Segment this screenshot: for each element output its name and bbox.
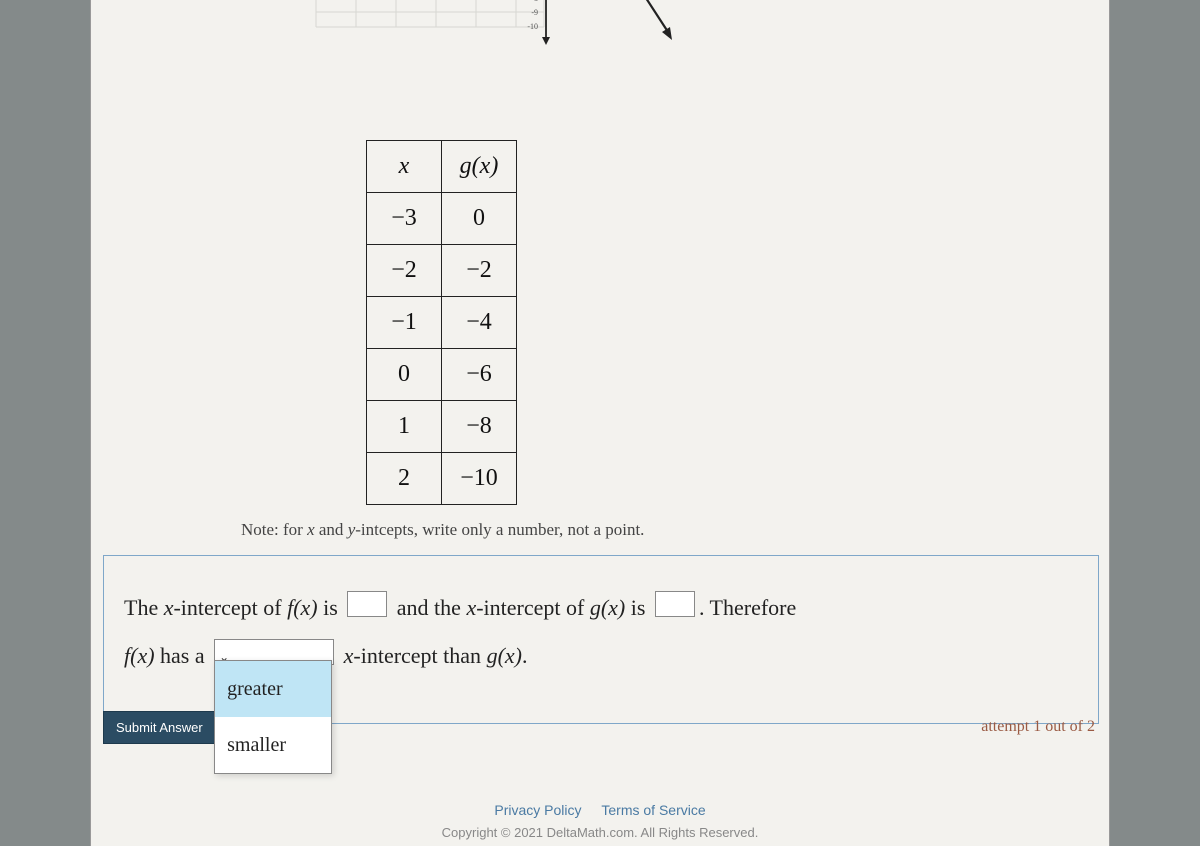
submit-answer-button[interactable]: Submit Answer (103, 711, 216, 744)
table-header-x: x (367, 141, 442, 193)
table-row: 1−8 (367, 401, 517, 453)
page-content: -8 -9 -10 x g(x) −30 −2−2 −1−4 0−6 1−8 2… (90, 0, 1110, 846)
f-intercept-input[interactable] (347, 591, 387, 617)
table-row: −30 (367, 193, 517, 245)
g-intercept-input[interactable] (655, 591, 695, 617)
graph-curve-arrow (636, 0, 696, 50)
option-smaller[interactable]: smaller (215, 717, 331, 773)
table-row: 0−6 (367, 349, 517, 401)
table-row: 2−10 (367, 453, 517, 505)
graph-fragment: -8 -9 -10 (226, 0, 646, 55)
table-header-g: g(x) (442, 141, 517, 193)
copyright-text: Copyright © 2021 DeltaMath.com. All Righ… (91, 825, 1109, 840)
terms-of-service-link[interactable]: Terms of Service (601, 802, 705, 818)
tick-neg10: -10 (527, 22, 538, 31)
attempt-counter: attempt 1 out of 2 (981, 718, 1095, 736)
option-greater[interactable]: greater (215, 661, 331, 717)
footer-links: Privacy Policy Terms of Service (91, 802, 1109, 818)
comparison-select-wrap: ⌄ greater smaller (214, 634, 334, 682)
tick-neg9: -9 (531, 8, 538, 17)
tick-neg8: -8 (531, 0, 538, 3)
note-text: Note: for x and y-intcepts, write only a… (241, 520, 644, 540)
comparison-dropdown: greater smaller (214, 660, 332, 774)
answer-area: The x-intercept of f(x) is and the x-int… (103, 555, 1099, 724)
table-row: −2−2 (367, 245, 517, 297)
sentence-text: The (124, 595, 164, 620)
privacy-policy-link[interactable]: Privacy Policy (494, 802, 581, 818)
function-table: x g(x) −30 −2−2 −1−4 0−6 1−8 2−10 (366, 140, 517, 505)
table-row: −1−4 (367, 297, 517, 349)
